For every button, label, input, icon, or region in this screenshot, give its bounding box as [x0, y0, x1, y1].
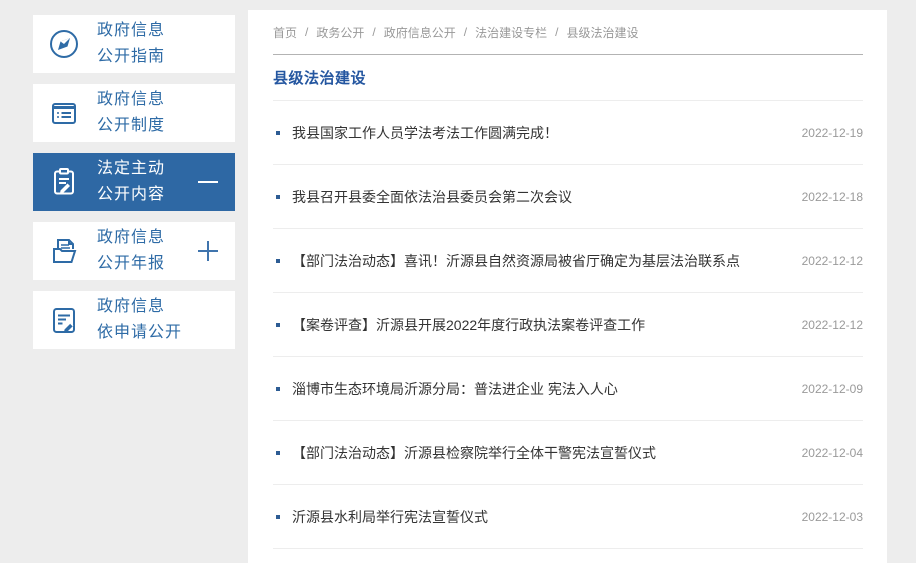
- sidebar-item-label: 政府信息 依申请公开: [97, 298, 183, 341]
- article-link[interactable]: 我县召开县委全面依法治县委员会第二次会议: [292, 187, 788, 207]
- article-list: 我县国家工作人员学法考法工作圆满完成！ 2022-12-19 我县召开县委全面依…: [273, 101, 863, 549]
- article-date: 2022-12-03: [801, 509, 863, 524]
- bullet-icon: [276, 194, 280, 199]
- expand-plus-icon[interactable]: [198, 241, 218, 261]
- article-date: 2022-12-12: [801, 317, 863, 332]
- article-link[interactable]: 【部门法治动态】喜讯！沂源县自然资源局被省厅确定为基层法治联系点: [292, 251, 788, 271]
- breadcrumb: 首页 / 政务公开 / 政府信息公开 / 法治建设专栏 / 县级法治建设: [273, 10, 863, 55]
- sidebar-item-label: 政府信息 公开指南: [97, 22, 166, 65]
- sidebar: 政府信息 公开指南 政府信息 公开制度 法定主动 公开内容 政府信息 公开年报 …: [33, 15, 235, 360]
- main-content-panel: 首页 / 政务公开 / 政府信息公开 / 法治建设专栏 / 县级法治建设 县级法…: [248, 10, 887, 563]
- article-row: 【部门法治动态】喜讯！沂源县自然资源局被省厅确定为基层法治联系点 2022-12…: [273, 229, 863, 293]
- article-row: 淄博市生态环境局沂源分局：普法进企业 宪法入人心 2022-12-09: [273, 357, 863, 421]
- article-link[interactable]: 沂源县水利局举行宪法宣誓仪式: [292, 507, 788, 527]
- page-title: 县级法治建设: [273, 70, 367, 87]
- ledger-icon: [47, 96, 81, 130]
- article-row: 沂源县水利局举行宪法宣誓仪式 2022-12-03: [273, 485, 863, 549]
- article-row: 我县召开县委全面依法治县委员会第二次会议 2022-12-18: [273, 165, 863, 229]
- compass-icon: [47, 27, 81, 61]
- article-row: 【部门法治动态】沂源县检察院举行全体干警宪法宣誓仪式 2022-12-04: [273, 421, 863, 485]
- article-date: 2022-12-12: [801, 253, 863, 268]
- doc-pen-icon: [47, 303, 81, 337]
- article-date: 2022-12-19: [801, 125, 863, 140]
- article-date: 2022-12-09: [801, 381, 863, 396]
- article-link[interactable]: 【部门法治动态】沂源县检察院举行全体干警宪法宣誓仪式: [292, 443, 788, 463]
- bullet-icon: [276, 386, 280, 391]
- article-row: 我县国家工作人员学法考法工作圆满完成！ 2022-12-19: [273, 101, 863, 165]
- clipboard-pen-icon: [47, 165, 81, 199]
- bullet-icon: [276, 450, 280, 455]
- breadcrumb-separator: /: [372, 25, 376, 39]
- article-link[interactable]: 【案卷评查】沂源县开展2022年度行政执法案卷评查工作: [292, 315, 788, 335]
- article-link[interactable]: 我县国家工作人员学法考法工作圆满完成！: [292, 123, 788, 143]
- sidebar-item-gov-info-system[interactable]: 政府信息 公开制度: [33, 84, 235, 142]
- folder-doc-icon: [47, 234, 81, 268]
- breadcrumb-separator: /: [555, 25, 559, 39]
- sidebar-item-gov-info-guide[interactable]: 政府信息 公开指南: [33, 15, 235, 73]
- sidebar-item-disclosure-upon-request[interactable]: 政府信息 依申请公开: [33, 291, 235, 349]
- sidebar-item-label: 法定主动 公开内容: [97, 160, 166, 203]
- breadcrumb-gov-affairs[interactable]: 政务公开: [316, 24, 364, 41]
- article-link[interactable]: 淄博市生态环境局沂源分局：普法进企业 宪法入人心: [292, 379, 788, 399]
- bullet-icon: [276, 130, 280, 135]
- breadcrumb-gov-info[interactable]: 政府信息公开: [384, 24, 456, 41]
- bullet-icon: [276, 258, 280, 263]
- collapse-minus-icon[interactable]: [198, 172, 218, 192]
- breadcrumb-separator: /: [305, 25, 309, 39]
- section-title-row: 县级法治建设: [273, 55, 863, 101]
- bullet-icon: [276, 514, 280, 519]
- article-date: 2022-12-04: [801, 445, 863, 460]
- article-date: 2022-12-18: [801, 189, 863, 204]
- article-row: 【案卷评查】沂源县开展2022年度行政执法案卷评查工作 2022-12-12: [273, 293, 863, 357]
- sidebar-item-label: 政府信息 公开年报: [97, 229, 166, 272]
- breadcrumb-rule-of-law-column[interactable]: 法治建设专栏: [475, 24, 547, 41]
- sidebar-item-label: 政府信息 公开制度: [97, 91, 166, 134]
- breadcrumb-home[interactable]: 首页: [273, 24, 297, 41]
- breadcrumb-current-page: 县级法治建设: [566, 25, 639, 40]
- bullet-icon: [276, 322, 280, 327]
- sidebar-item-statutory-disclosure[interactable]: 法定主动 公开内容: [33, 153, 235, 211]
- breadcrumb-separator: /: [463, 25, 468, 39]
- sidebar-item-annual-report[interactable]: 政府信息 公开年报: [33, 222, 235, 280]
